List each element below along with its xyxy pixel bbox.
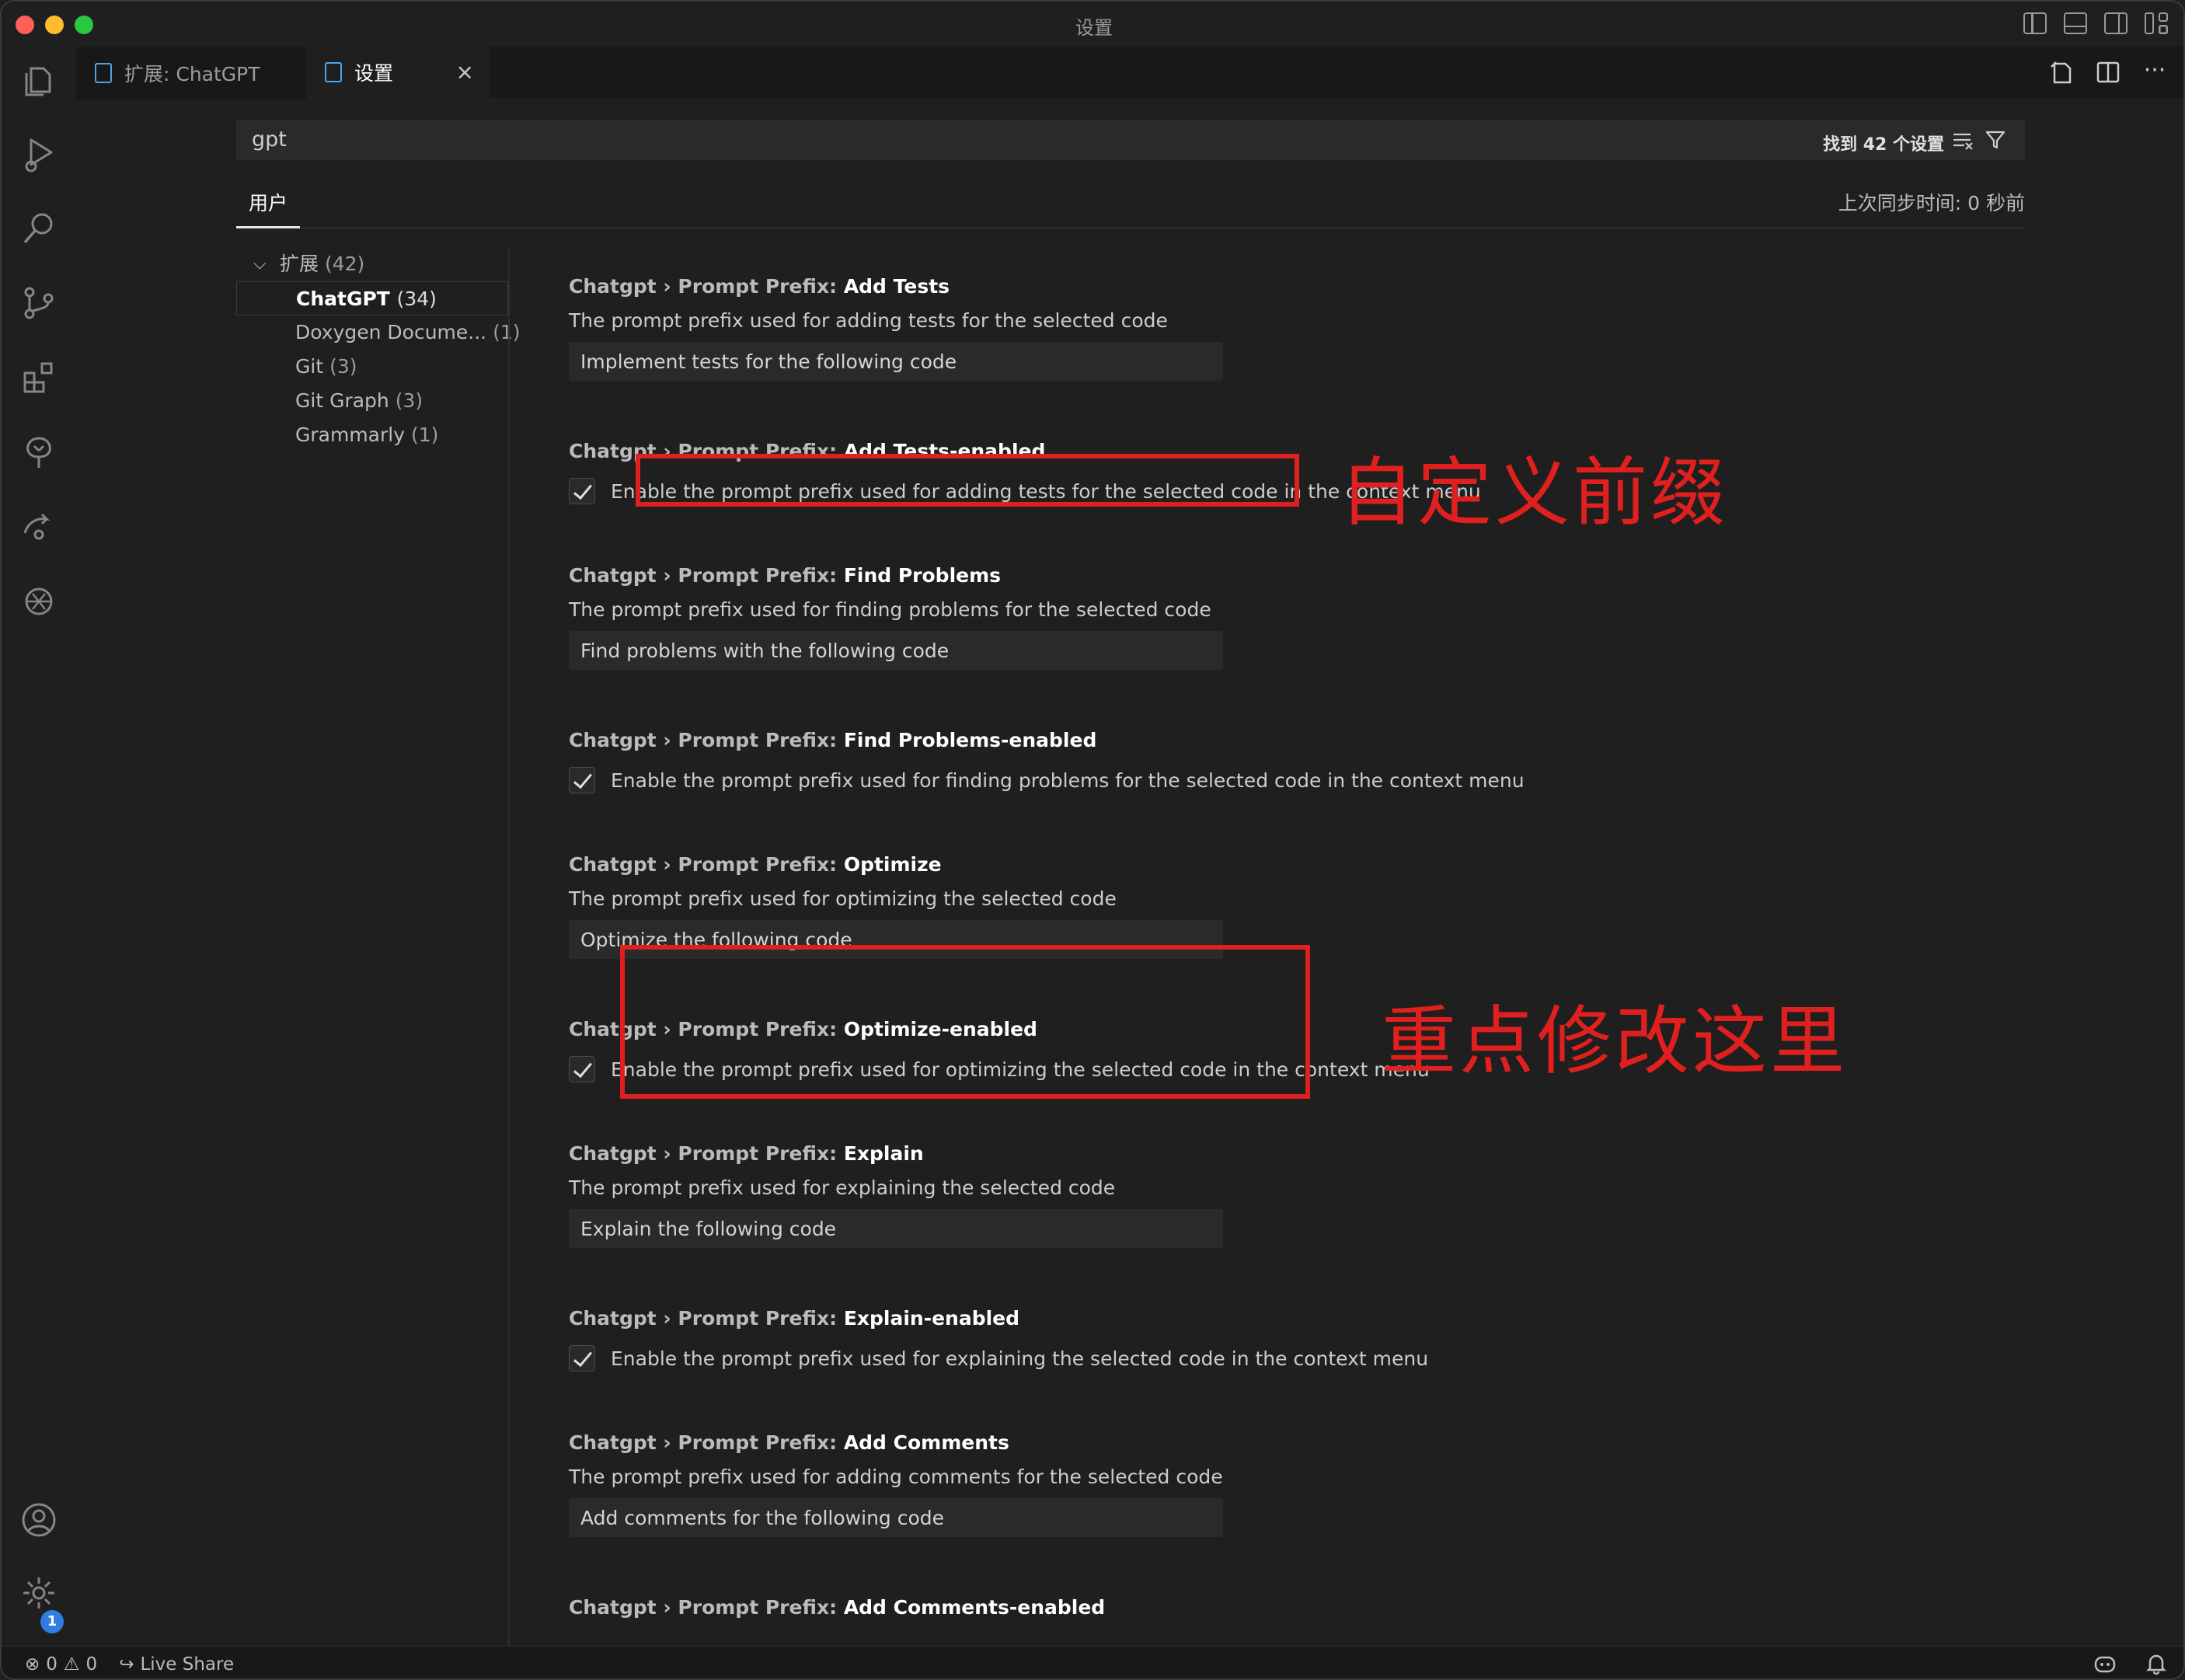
- setting-find-problems-enabled: Chatgpt › Prompt Prefix: Find Problems-e…: [569, 729, 2045, 796]
- toggle-panel-icon[interactable]: [2064, 12, 2087, 34]
- settings-search-box: 找到 42 个设置: [236, 120, 2025, 160]
- tab-label: 扩展: ChatGPT: [124, 63, 260, 85]
- setting-explain-enabled: Chatgpt › Prompt Prefix: Explain-enabled…: [569, 1307, 2045, 1374]
- settings-editor: 找到 42 个设置 用户 上次同步时间: 0 秒前 ⌵ 扩展 (42) Chat…: [76, 99, 2183, 1646]
- setting-optimize: Chatgpt › Prompt Prefix: Optimize The pr…: [569, 853, 2045, 959]
- setting-value-input[interactable]: [569, 1498, 1223, 1537]
- source-control-icon[interactable]: [20, 284, 57, 322]
- notifications-bell-icon[interactable]: [2145, 1653, 2167, 1678]
- warning-icon: ⚠: [63, 1654, 80, 1675]
- setting-explain: Chatgpt › Prompt Prefix: Explain The pro…: [569, 1142, 2045, 1248]
- toggle-primary-sidebar-icon[interactable]: [2023, 12, 2047, 34]
- editor-actions: ···: [2048, 59, 2168, 85]
- editor-tab-bar: 扩展: ChatGPT 设置 × ···: [76, 47, 2183, 99]
- annotation-label-modify-here: 重点修改这里: [1382, 998, 1848, 1085]
- toc-item-git[interactable]: Git (3): [236, 350, 508, 384]
- checkbox-label: Enable the prompt prefix used for findin…: [611, 769, 1525, 792]
- manage-gear-icon[interactable]: [20, 1574, 57, 1612]
- tab-settings[interactable]: 设置 ×: [306, 47, 490, 99]
- setting-find-problems: Chatgpt › Prompt Prefix: Find Problems T…: [569, 564, 2045, 670]
- setting-add-comments-enabled: Chatgpt › Prompt Prefix: Add Comments-en…: [569, 1596, 2045, 1624]
- setting-add-comments: Chatgpt › Prompt Prefix: Add Comments Th…: [569, 1431, 2045, 1537]
- setting-title: Chatgpt › Prompt Prefix: Optimize: [569, 853, 942, 876]
- error-icon: ⊗: [25, 1654, 40, 1675]
- setting-title: Chatgpt › Prompt Prefix: Find Problems-e…: [569, 729, 1097, 751]
- customize-layout-icon[interactable]: [2145, 12, 2168, 34]
- setting-title: Chatgpt › Prompt Prefix: Explain-enabled: [569, 1307, 1020, 1330]
- toc-item-git-graph[interactable]: Git Graph (3): [236, 384, 508, 418]
- tab-extension-chatgpt[interactable]: 扩展: ChatGPT: [76, 47, 306, 99]
- tree-icon[interactable]: [20, 434, 57, 471]
- vscode-window: 设置 1 扩展: ChatGPT 设置 × ··· gpt 找到 42 个设置 …: [0, 0, 2185, 1680]
- setting-description: The prompt prefix used for explaining th…: [569, 1176, 1116, 1199]
- toggle-secondary-sidebar-icon[interactable]: [2104, 12, 2128, 34]
- status-bar: ⊗ 0 ⚠ 0 ↪ Live Share: [2, 1646, 2183, 1678]
- toc-divider: [508, 247, 510, 1646]
- annotation-highlight-optimize: [620, 945, 1310, 1099]
- setting-add-tests: Chatgpt › Prompt Prefix: Add Tests The p…: [569, 275, 2045, 381]
- activity-bar: [2, 47, 76, 1646]
- live-share-icon[interactable]: [20, 508, 57, 545]
- title-bar: 设置: [2, 2, 2183, 47]
- window-title: 设置: [1075, 17, 1113, 39]
- live-share-status[interactable]: ↪ Live Share: [119, 1654, 234, 1675]
- extensions-icon[interactable]: [20, 359, 57, 396]
- open-settings-json-icon[interactable]: [2048, 59, 2075, 85]
- settings-scope-tabs: 用户 上次同步时间: 0 秒前: [236, 177, 2025, 228]
- setting-description: The prompt prefix used for optimizing th…: [569, 887, 1117, 910]
- setting-title: Chatgpt › Prompt Prefix: Find Problems: [569, 564, 1002, 587]
- live-share-label: Live Share: [140, 1654, 235, 1675]
- settings-search-input[interactable]: [252, 127, 1417, 152]
- tab-user-settings[interactable]: 用户: [236, 177, 301, 228]
- layout-controls: [2023, 12, 2168, 34]
- problems-status[interactable]: ⊗ 0 ⚠ 0: [25, 1654, 97, 1675]
- sync-status: 上次同步时间: 0 秒前: [1838, 192, 2025, 214]
- annotation-label-custom-prefix: 自定义前缀: [1340, 449, 1728, 536]
- more-actions-icon[interactable]: ···: [2141, 59, 2168, 85]
- file-icon: [325, 61, 342, 82]
- settings-update-badge: 1: [40, 1610, 64, 1633]
- search-icon[interactable]: [20, 210, 57, 247]
- clear-filter-icon[interactable]: [1952, 131, 1974, 151]
- filter-icon[interactable]: [1985, 129, 2006, 151]
- setting-checkbox[interactable]: [569, 1056, 595, 1082]
- accounts-icon[interactable]: [20, 1501, 57, 1539]
- setting-title: Chatgpt › Prompt Prefix: Add Comments-en…: [569, 1596, 1106, 1619]
- annotation-highlight-add-tests: [636, 454, 1299, 507]
- checkbox-label: Enable the prompt prefix used for explai…: [611, 1347, 1429, 1370]
- error-count: 0: [46, 1654, 57, 1675]
- setting-checkbox[interactable]: [569, 1345, 595, 1372]
- setting-value-input[interactable]: [569, 342, 1223, 381]
- toc-item-extensions[interactable]: ⌵ 扩展 (42): [236, 247, 508, 281]
- copilot-icon[interactable]: [2093, 1653, 2117, 1678]
- setting-description: The prompt prefix used for finding probl…: [569, 598, 1211, 621]
- run-debug-icon[interactable]: [20, 135, 57, 173]
- tab-label: 设置: [354, 61, 394, 85]
- setting-value-input[interactable]: [569, 631, 1223, 670]
- close-tab-icon[interactable]: ×: [456, 61, 474, 83]
- live-share-icon: ↪: [119, 1654, 134, 1675]
- setting-description: The prompt prefix used for adding commen…: [569, 1466, 1223, 1488]
- explorer-icon[interactable]: [20, 62, 57, 99]
- warning-count: 0: [85, 1654, 98, 1675]
- setting-title: Chatgpt › Prompt Prefix: Add Comments: [569, 1431, 1009, 1454]
- split-editor-icon[interactable]: [2095, 59, 2121, 85]
- chevron-down-icon: ⌵: [253, 254, 267, 274]
- search-result-count: 找到 42 个设置: [1823, 135, 1944, 155]
- toc-item-chatgpt[interactable]: ChatGPT (34): [236, 281, 508, 315]
- settings-toc: ⌵ 扩展 (42) ChatGPT (34) Doxygen Docume...…: [236, 247, 521, 452]
- setting-checkbox[interactable]: [569, 767, 595, 793]
- file-icon: [95, 63, 112, 83]
- setting-description: The prompt prefix used for adding tests …: [569, 309, 1168, 332]
- chatgpt-icon[interactable]: [20, 583, 57, 620]
- setting-title: Chatgpt › Prompt Prefix: Add Tests: [569, 275, 950, 298]
- setting-title: Chatgpt › Prompt Prefix: Explain: [569, 1142, 924, 1165]
- toc-item-doxygen[interactable]: Doxygen Docume... (1): [236, 315, 521, 350]
- setting-value-input[interactable]: [569, 1209, 1223, 1248]
- toc-item-grammarly[interactable]: Grammarly (1): [236, 418, 508, 452]
- setting-checkbox[interactable]: [569, 478, 595, 504]
